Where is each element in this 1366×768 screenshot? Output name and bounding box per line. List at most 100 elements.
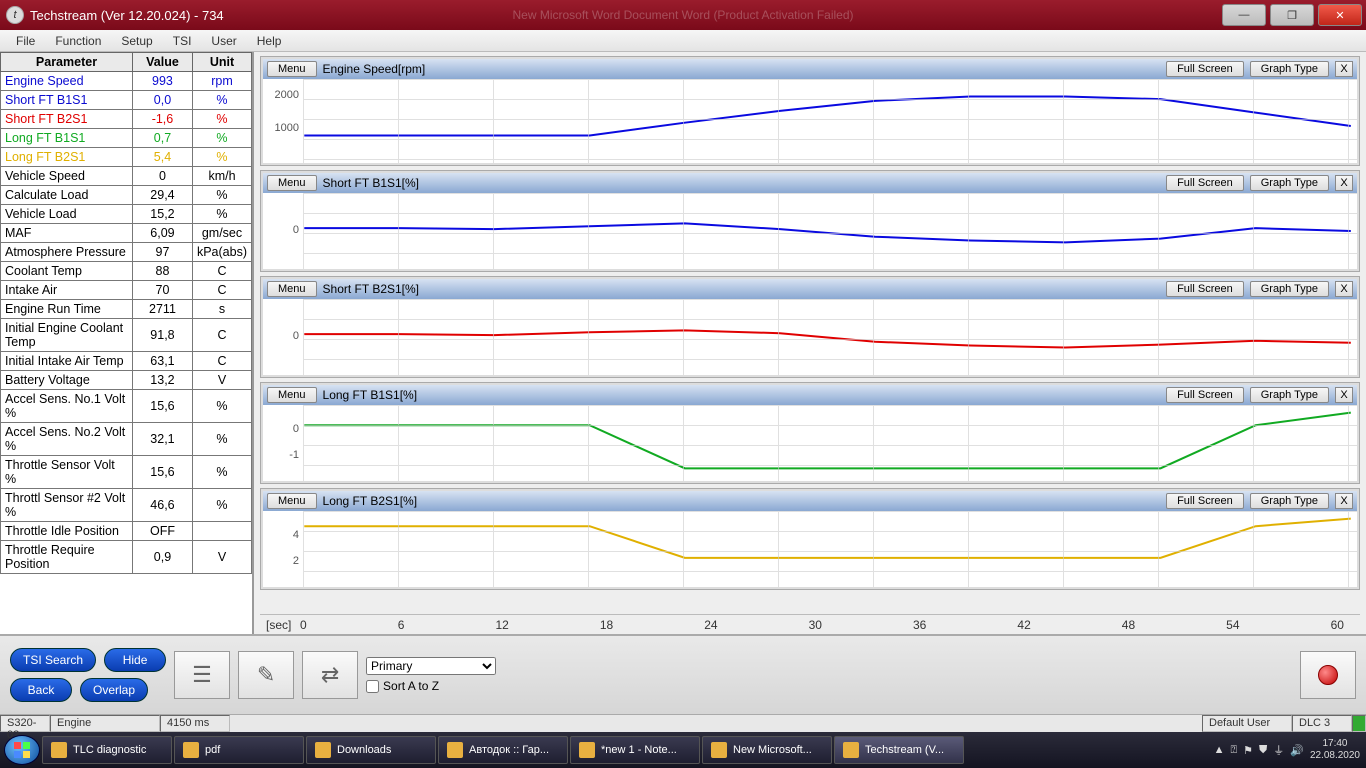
status-name: Engine [50, 715, 160, 732]
tool-icon-1[interactable]: ✎ [238, 651, 294, 699]
table-row[interactable]: Throttl Sensor #2 Volt %46,6% [1, 489, 252, 522]
table-row[interactable]: Engine Speed993rpm [1, 72, 252, 91]
col-value[interactable]: Value [132, 53, 192, 72]
system-tray[interactable]: ▲ ⍰ ⚑ ⛊ ⏚ 🔊 17:40 22.08.2020 [1214, 738, 1366, 762]
overlap-button[interactable]: Overlap [80, 678, 148, 702]
maximize-button[interactable]: ❐ [1270, 4, 1314, 26]
taskbar-item[interactable]: Downloads [306, 736, 436, 764]
bottom-toolbar: TSI Search Hide Back Overlap ☰ ✎ ⇄ Prima… [0, 634, 1366, 714]
chart-close-button[interactable]: X [1335, 61, 1353, 77]
table-row[interactable]: Short FT B2S1-1,6% [1, 110, 252, 129]
parameter-table[interactable]: Parameter Value Unit Engine Speed993rpmS… [0, 52, 252, 574]
table-row[interactable]: Throttle Sensor Volt %15,6% [1, 456, 252, 489]
table-row[interactable]: Engine Run Time2711s [1, 300, 252, 319]
table-row[interactable]: Accel Sens. No.1 Volt %15,6% [1, 390, 252, 423]
table-row[interactable]: Long FT B2S15,4% [1, 148, 252, 167]
chart-panel: Menu Engine Speed[rpm] Full Screen Graph… [254, 52, 1366, 634]
menu-file[interactable]: File [6, 34, 45, 48]
datalist-icon[interactable]: ☰ [174, 651, 230, 699]
table-row[interactable]: Throttle Idle PositionOFF [1, 522, 252, 541]
graph-type-button[interactable]: Graph Type [1250, 175, 1329, 191]
table-row[interactable]: Accel Sens. No.2 Volt %32,1% [1, 423, 252, 456]
window-title: Techstream (Ver 12.20.024) - 734 [30, 8, 224, 23]
taskbar-item[interactable]: TLC diagnostic [42, 736, 172, 764]
graph-type-button[interactable]: Graph Type [1250, 281, 1329, 297]
full-screen-button[interactable]: Full Screen [1166, 175, 1244, 191]
chart-menu-button[interactable]: Menu [267, 281, 317, 297]
start-button[interactable] [4, 735, 40, 765]
x-tick: 24 [704, 618, 717, 632]
sort-checkbox-label[interactable]: Sort A to Z [366, 679, 496, 693]
table-row[interactable]: Initial Engine Coolant Temp91,8C [1, 319, 252, 352]
tray-flag-icon[interactable]: ⚑ [1243, 744, 1253, 757]
taskbar-item-icon [315, 742, 331, 758]
taskbar-item[interactable]: *new 1 - Note... [570, 736, 700, 764]
table-row[interactable]: Short FT B1S10,0% [1, 91, 252, 110]
chart-menu-button[interactable]: Menu [267, 493, 317, 509]
back-button[interactable]: Back [10, 678, 72, 702]
full-screen-button[interactable]: Full Screen [1166, 493, 1244, 509]
chart-title: Short FT B1S1[%] [323, 176, 420, 190]
table-row[interactable]: Calculate Load29,4% [1, 186, 252, 205]
close-button[interactable]: ✕ [1318, 4, 1362, 26]
table-row[interactable]: Battery Voltage13,2V [1, 371, 252, 390]
full-screen-button[interactable]: Full Screen [1166, 387, 1244, 403]
parameter-panel: Parameter Value Unit Engine Speed993rpmS… [0, 52, 254, 634]
chart-menu-button[interactable]: Menu [267, 175, 317, 191]
taskbar-item-icon [711, 742, 727, 758]
chart-close-button[interactable]: X [1335, 493, 1353, 509]
menu-function[interactable]: Function [45, 34, 111, 48]
tool-icon-2[interactable]: ⇄ [302, 651, 358, 699]
full-screen-button[interactable]: Full Screen [1166, 281, 1244, 297]
table-row[interactable]: Long FT B1S10,7% [1, 129, 252, 148]
primary-dropdown[interactable]: Primary [366, 657, 496, 675]
taskbar-item[interactable]: New Microsoft... [702, 736, 832, 764]
table-row[interactable]: Intake Air70C [1, 281, 252, 300]
col-parameter[interactable]: Parameter [1, 53, 133, 72]
table-row[interactable]: MAF6,09gm/sec [1, 224, 252, 243]
tray-up-icon[interactable]: ▲ [1214, 744, 1225, 756]
chart-menu-button[interactable]: Menu [267, 61, 317, 77]
record-button[interactable] [1300, 651, 1356, 699]
menu-tsi[interactable]: TSI [163, 34, 202, 48]
table-row[interactable]: Vehicle Load15,2% [1, 205, 252, 224]
table-row[interactable]: Atmosphere Pressure97kPa(abs) [1, 243, 252, 262]
hide-button[interactable]: Hide [104, 648, 166, 672]
tray-shield-icon[interactable]: ⛊ [1259, 744, 1267, 757]
table-row[interactable]: Throttle Require Position0,9V [1, 541, 252, 574]
table-row[interactable]: Vehicle Speed0km/h [1, 167, 252, 186]
taskbar-item-icon [447, 742, 463, 758]
status-latency: 4150 ms [160, 715, 230, 732]
x-axis-row: [sec] 06121824303642485460 [260, 614, 1360, 634]
menu-help[interactable]: Help [247, 34, 292, 48]
tsi-search-button[interactable]: TSI Search [10, 648, 96, 672]
tray-net-icon[interactable]: ⏚ [1273, 742, 1284, 758]
x-tick: 36 [913, 618, 926, 632]
col-unit[interactable]: Unit [192, 53, 251, 72]
taskbar-item[interactable]: Автодок :: Гар... [438, 736, 568, 764]
taskbar-item[interactable]: Techstream (V... [834, 736, 964, 764]
sort-checkbox[interactable] [366, 680, 379, 693]
taskbar: TLC diagnosticpdfDownloadsАвтодок :: Гар… [0, 732, 1366, 768]
chart-close-button[interactable]: X [1335, 175, 1353, 191]
tray-help-icon[interactable]: ⍰ [1231, 744, 1238, 757]
full-screen-button[interactable]: Full Screen [1166, 61, 1244, 77]
taskbar-item[interactable]: pdf [174, 736, 304, 764]
graph-type-button[interactable]: Graph Type [1250, 61, 1329, 77]
chart-close-button[interactable]: X [1335, 281, 1353, 297]
table-row[interactable]: Initial Intake Air Temp63,1C [1, 352, 252, 371]
x-tick: 18 [600, 618, 613, 632]
graph-type-button[interactable]: Graph Type [1250, 493, 1329, 509]
table-row[interactable]: Coolant Temp88C [1, 262, 252, 281]
chart-close-button[interactable]: X [1335, 387, 1353, 403]
tray-vol-icon[interactable]: 🔊 [1290, 744, 1304, 757]
graph-type-button[interactable]: Graph Type [1250, 387, 1329, 403]
taskbar-clock[interactable]: 17:40 22.08.2020 [1310, 738, 1360, 762]
x-tick: 42 [1017, 618, 1030, 632]
menu-setup[interactable]: Setup [111, 34, 162, 48]
chart-0: Menu Engine Speed[rpm] Full Screen Graph… [260, 56, 1360, 166]
minimize-button[interactable]: — [1222, 4, 1266, 26]
taskbar-item-icon [579, 742, 595, 758]
menu-user[interactable]: User [201, 34, 246, 48]
chart-menu-button[interactable]: Menu [267, 387, 317, 403]
